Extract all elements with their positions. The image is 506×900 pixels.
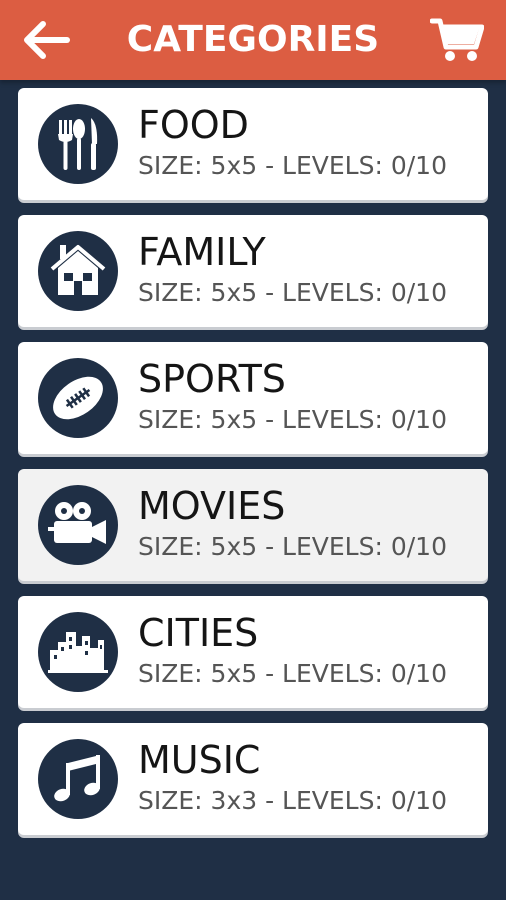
category-name: SPORTS bbox=[138, 357, 286, 401]
category-meta: SIZE: 5x5 - LEVELS: 0/10 bbox=[138, 532, 447, 561]
page-title: CATEGORIES bbox=[126, 19, 380, 60]
app-screen: CATEGORIES FOOD SIZE: 5x5 - LEVELS: 0/10… bbox=[0, 0, 506, 900]
category-name: FAMILY bbox=[138, 230, 266, 274]
back-button[interactable] bbox=[18, 14, 74, 66]
house-icon bbox=[38, 231, 118, 311]
city-icon bbox=[38, 612, 118, 692]
category-meta: SIZE: 3x3 - LEVELS: 0/10 bbox=[138, 786, 447, 815]
category-card-food[interactable]: FOOD SIZE: 5x5 - LEVELS: 0/10 bbox=[18, 88, 488, 200]
cutlery-icon bbox=[38, 104, 118, 184]
category-name: FOOD bbox=[138, 103, 249, 147]
category-meta: SIZE: 5x5 - LEVELS: 0/10 bbox=[138, 278, 447, 307]
category-card-family[interactable]: FAMILY SIZE: 5x5 - LEVELS: 0/10 bbox=[18, 215, 488, 327]
arrow-left-icon bbox=[21, 20, 71, 60]
category-name: CITIES bbox=[138, 611, 259, 655]
category-name: MUSIC bbox=[138, 738, 261, 782]
music-note-icon bbox=[38, 739, 118, 819]
category-card-cities[interactable]: CITIES SIZE: 5x5 - LEVELS: 0/10 bbox=[18, 596, 488, 708]
cart-icon bbox=[430, 17, 484, 63]
category-meta: SIZE: 5x5 - LEVELS: 0/10 bbox=[138, 405, 447, 434]
category-card-music[interactable]: MUSIC SIZE: 3x3 - LEVELS: 0/10 bbox=[18, 723, 488, 835]
top-bar: CATEGORIES bbox=[0, 0, 506, 80]
category-meta: SIZE: 5x5 - LEVELS: 0/10 bbox=[138, 659, 447, 688]
category-card-sports[interactable]: SPORTS SIZE: 5x5 - LEVELS: 0/10 bbox=[18, 342, 488, 454]
cart-button[interactable] bbox=[428, 12, 486, 68]
movie-camera-icon bbox=[38, 485, 118, 565]
category-card-movies[interactable]: MOVIES SIZE: 5x5 - LEVELS: 0/10 bbox=[18, 469, 488, 581]
category-meta: SIZE: 5x5 - LEVELS: 0/10 bbox=[138, 151, 447, 180]
football-icon bbox=[38, 358, 118, 438]
category-name: MOVIES bbox=[138, 484, 286, 528]
